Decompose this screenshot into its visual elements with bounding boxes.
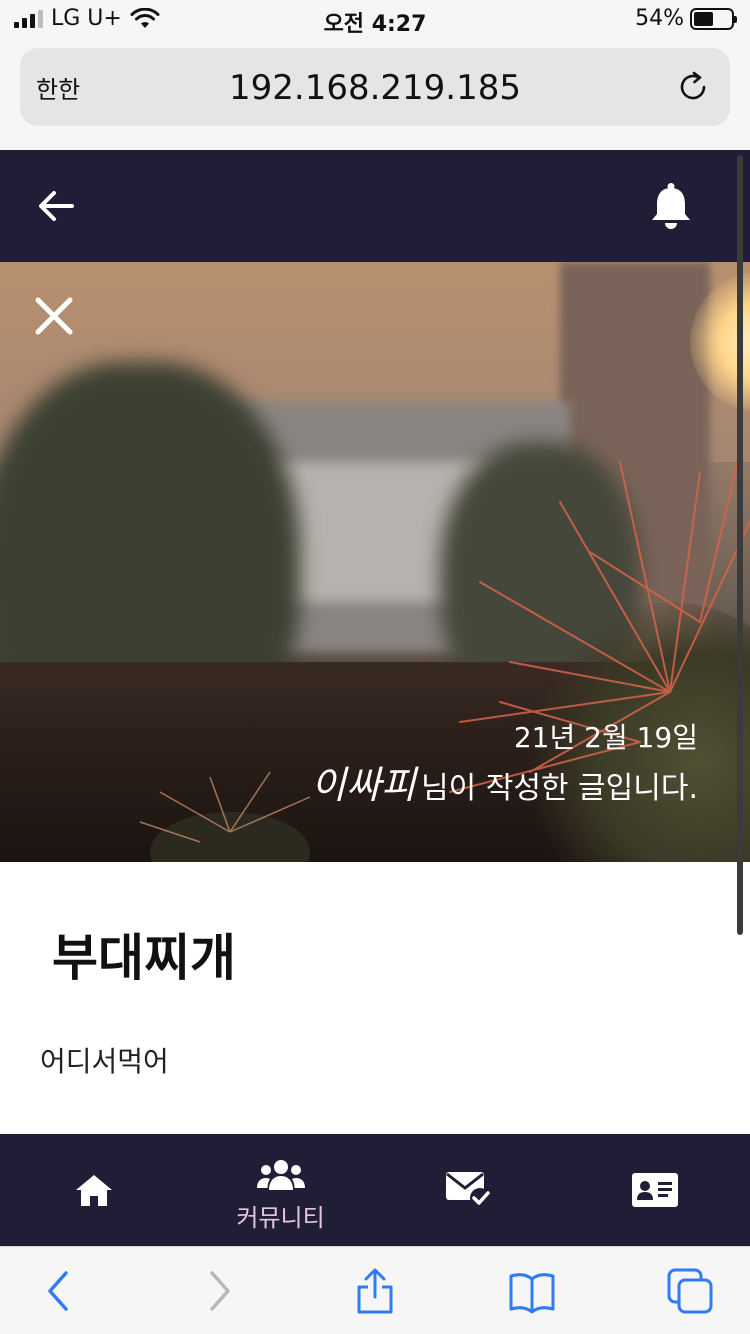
browser-toolbar (0, 1246, 750, 1334)
close-icon[interactable] (34, 296, 74, 336)
cover-small-cactus (139, 771, 311, 862)
post-content: 어디서먹어 (40, 1045, 169, 1078)
arrow-left-icon[interactable] (34, 186, 78, 226)
app-header (0, 150, 750, 262)
battery-level (694, 11, 714, 26)
post-title: 부대찌개 (52, 929, 236, 987)
reload-icon[interactable] (674, 68, 712, 106)
url-text[interactable]: 192.168.219.185 (20, 68, 730, 108)
home-icon (76, 1175, 112, 1206)
battery-icon (690, 7, 737, 30)
nav-item-community[interactable]: 커뮤니티 (187, 1134, 374, 1246)
address-bar[interactable]: 한한 192.168.219.185 (20, 48, 730, 126)
status-right: 54% (635, 6, 737, 31)
status-bar: LG U+ 오전 4:27 54% (0, 0, 750, 40)
mail-check-icon (446, 1172, 490, 1208)
share-icon[interactable] (351, 1267, 399, 1315)
browser-address-area: 한한 192.168.219.185 (0, 40, 750, 150)
post-author-suffix: 님이 작성한 글입니다. (420, 771, 698, 806)
nav-item-profile[interactable] (561, 1134, 748, 1246)
post-author-line: 이싸피 님이 작성한 글입니다. (311, 754, 698, 809)
nav-label-community: 커뮤니티 (236, 1204, 325, 1232)
post-author: 이싸피 (311, 763, 416, 807)
battery-percent: 54% (635, 6, 684, 31)
users-icon (257, 1160, 305, 1190)
chevron-left-icon[interactable] (36, 1267, 84, 1315)
id-card-icon (632, 1173, 678, 1207)
bookmarks-icon[interactable] (508, 1267, 556, 1315)
bottom-navigation: 커뮤니티 (0, 1134, 750, 1246)
bell-icon[interactable] (648, 182, 694, 230)
nav-item-messages[interactable] (374, 1134, 561, 1246)
scrollbar[interactable] (737, 155, 743, 935)
post-cover-image: 21년 2월 19일 이싸피 님이 작성한 글입니다. (0, 262, 750, 862)
nav-item-home[interactable] (0, 1134, 187, 1246)
post-date: 21년 2월 19일 (513, 721, 698, 754)
tabs-icon[interactable] (666, 1267, 714, 1315)
chevron-right-icon[interactable] (194, 1267, 242, 1315)
